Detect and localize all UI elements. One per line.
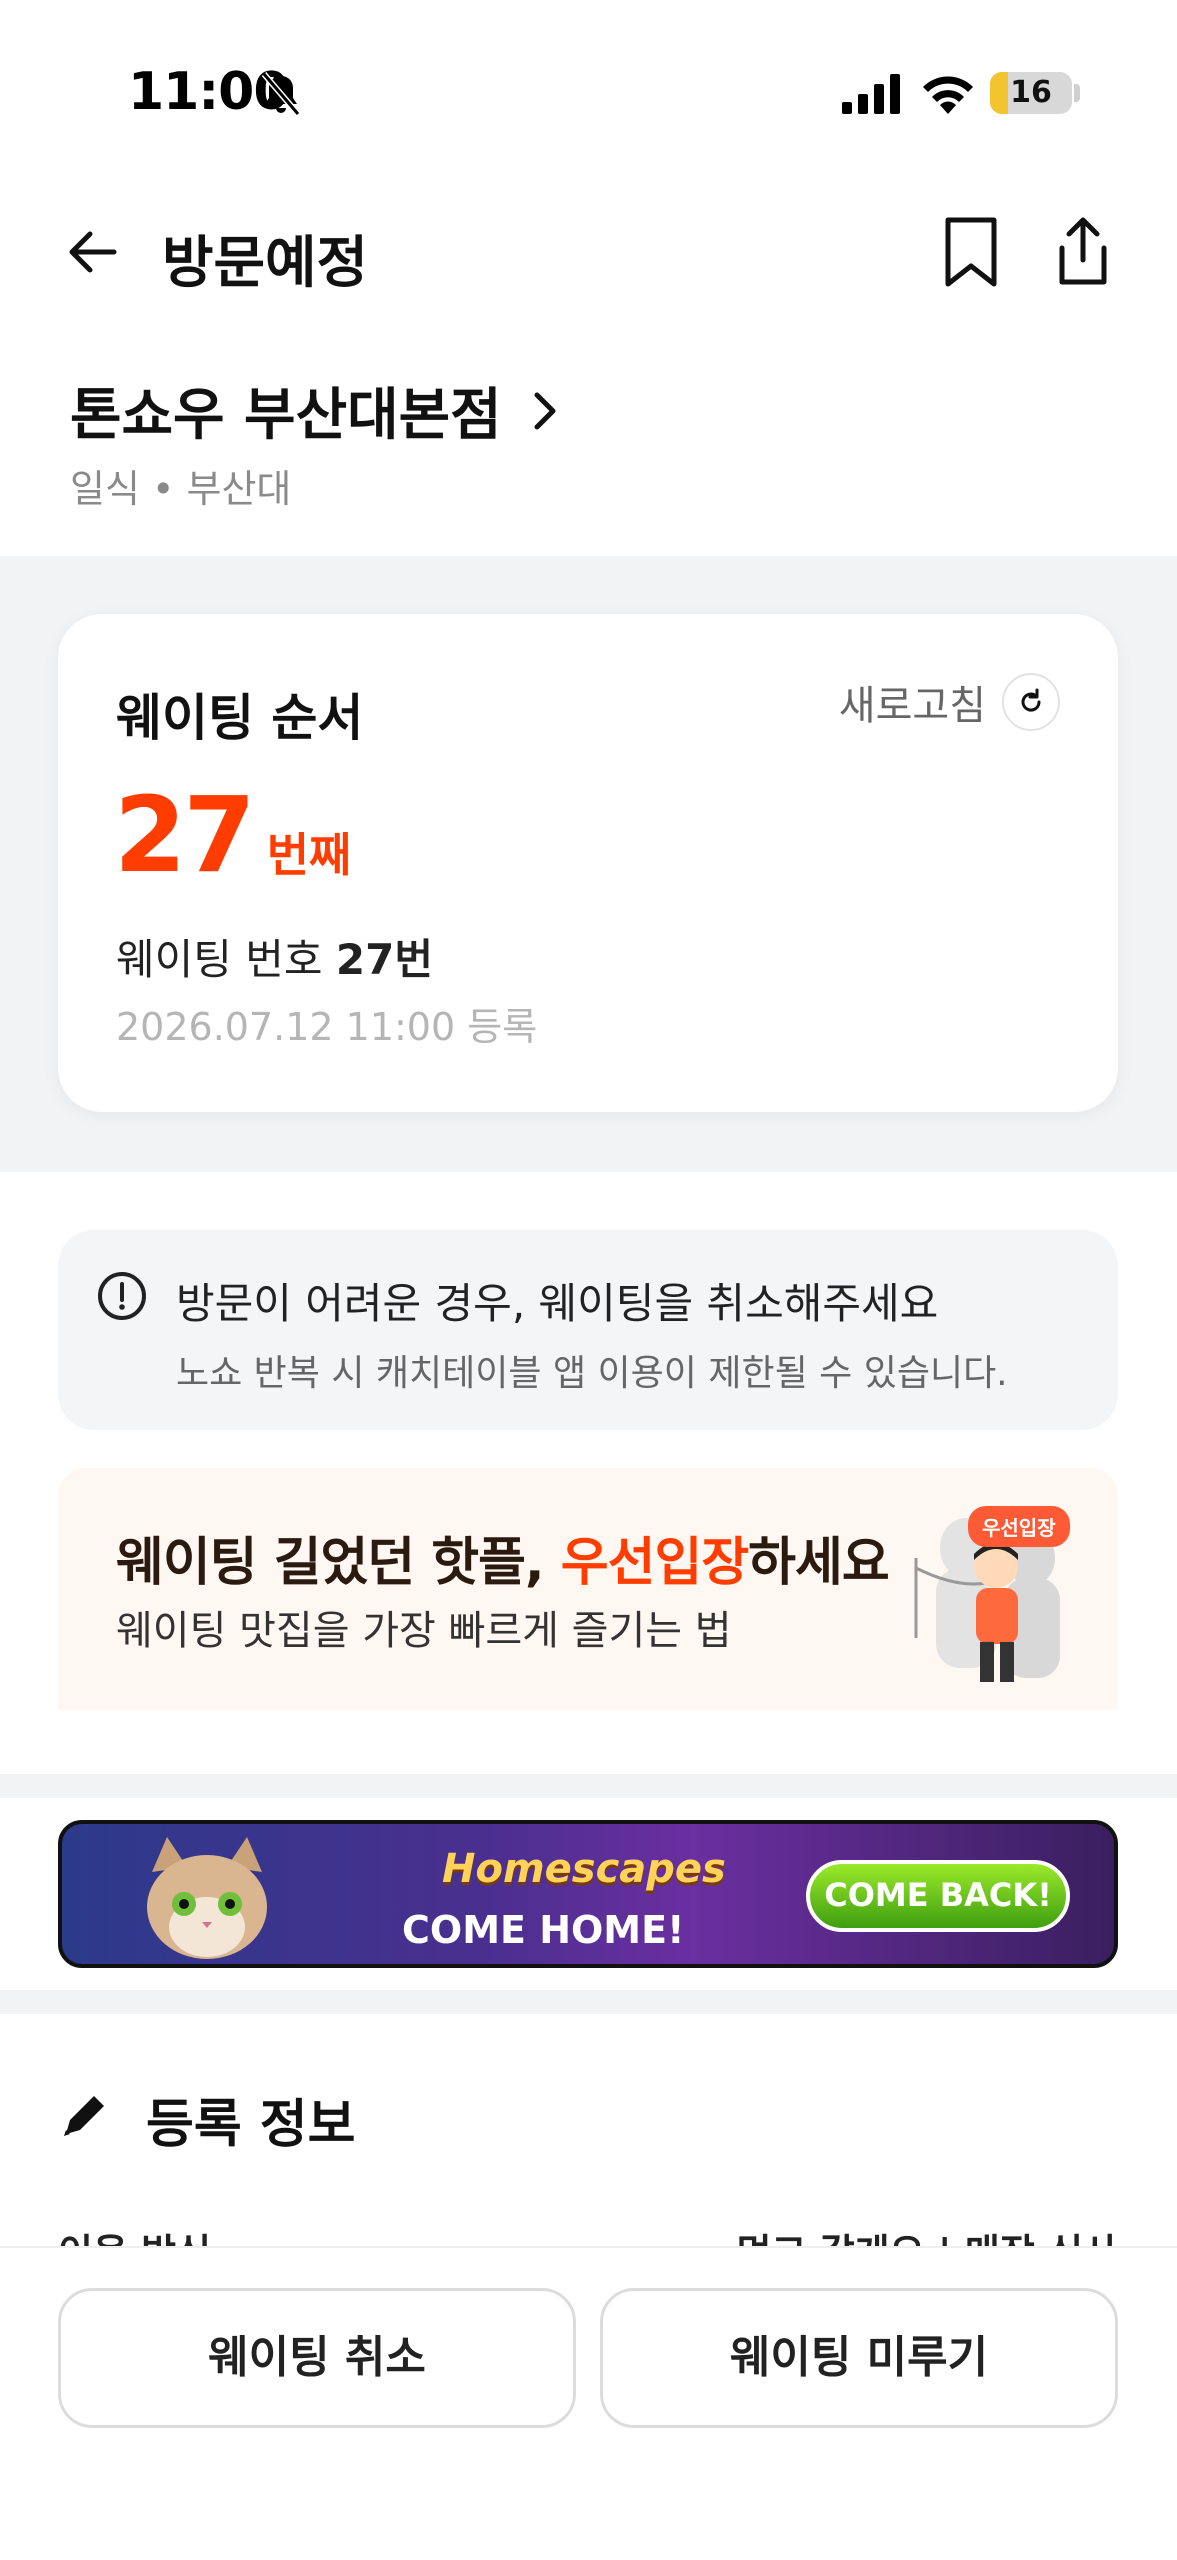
promo-title: 웨이팅 길었던 핫플, 우선입장하세요 (116, 1520, 890, 1595)
bell-off-icon (261, 72, 301, 116)
back-arrow-icon[interactable] (62, 222, 122, 282)
promo-title-highlight: 우선입장 (560, 1533, 749, 1593)
registered-time: 2026.07.12 11:00 등록 (116, 1005, 538, 1049)
waiting-number-label: 웨이팅 번호 (116, 935, 336, 984)
ad-logo: Homescapes (442, 1846, 726, 1892)
queue-title: 웨이팅 순서 (116, 689, 364, 747)
app-header: 방문예정 (0, 200, 1177, 310)
battery-icon: 16 (990, 72, 1072, 114)
postpone-waiting-button[interactable]: 웨이팅 미루기 (600, 2288, 1118, 2428)
notice-title: 방문이 어려운 경우, 웨이팅을 취소해주세요 (176, 1279, 939, 1328)
priority-entry-promo[interactable]: 웨이팅 길었던 핫플, 우선입장하세요 웨이팅 맛집을 가장 빠르게 즐기는 법… (58, 1468, 1118, 1710)
store-link[interactable]: 톤쇼우 부산대본점 (70, 370, 563, 451)
store-name: 톤쇼우 부산대본점 (70, 383, 502, 448)
page-title: 방문예정 (162, 231, 369, 296)
queue-unit: 번째 (266, 828, 352, 882)
waiting-number-line: 웨이팅 번호 27번 (116, 926, 433, 987)
queue-number: 27 (114, 774, 256, 896)
cancel-notice: 방문이 어려운 경우, 웨이팅을 취소해주세요 노쇼 반복 시 캐치테이블 앱 … (58, 1230, 1118, 1430)
refresh-icon (1002, 673, 1060, 731)
queue-position: 27 번째 (114, 774, 351, 896)
section-divider (0, 1774, 1177, 1798)
cat-illustration (147, 1837, 267, 1959)
battery-level: 16 (1010, 75, 1052, 110)
refresh-label: 새로고침 (838, 683, 986, 729)
chevron-right-icon (534, 392, 556, 429)
promo-title-part1: 웨이팅 길었던 핫플, (116, 1533, 561, 1593)
wifi-icon (923, 76, 973, 114)
notice-subtitle: 노쇼 반복 시 캐치테이블 앱 이용이 제한될 수 있습니다. (176, 1353, 1008, 1394)
cancel-waiting-button[interactable]: 웨이팅 취소 (58, 2288, 576, 2428)
store-category: 일식 • 부산대 (70, 467, 292, 511)
ad-banner[interactable]: Homescapes COME HOME! COME BACK! (58, 1820, 1118, 1968)
bookmark-icon[interactable] (940, 214, 1002, 290)
promo-title-part2: 하세요 (748, 1533, 890, 1593)
refresh-button[interactable]: 새로고침 (839, 672, 1060, 732)
promo-subtitle: 웨이팅 맛집을 가장 빠르게 즐기는 법 (116, 1608, 732, 1654)
pencil-icon (64, 2096, 104, 2136)
waiting-number: 27번 (335, 935, 433, 984)
queue-card: 웨이팅 순서 새로고침 27 번째 웨이팅 번호 27번 2026.07.12 … (58, 614, 1118, 1112)
alert-circle-icon (98, 1272, 146, 1320)
status-bar: 11:00 16 (0, 0, 1177, 190)
section-divider (0, 1990, 1177, 2014)
bottom-action-bar: 웨이팅 취소 웨이팅 미루기 (0, 2246, 1177, 2560)
ad-tagline: COME HOME! (402, 1908, 685, 1952)
ad-cta-button[interactable]: COME BACK! (806, 1860, 1070, 1932)
signal-icon (842, 74, 900, 114)
share-icon[interactable] (1052, 214, 1114, 290)
promo-badge: 우선입장 (968, 1506, 1070, 1547)
registration-section-title: 등록 정보 (146, 2095, 356, 2155)
